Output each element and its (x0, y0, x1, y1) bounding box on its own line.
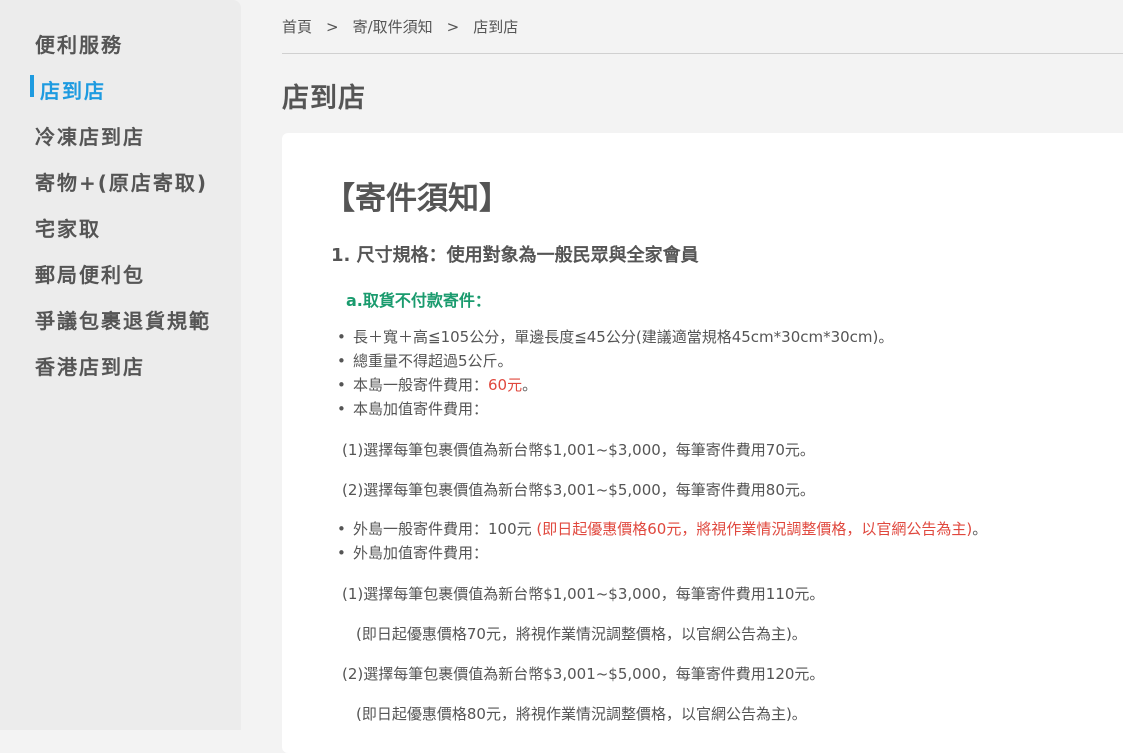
sidebar-item-storage-plus[interactable]: 寄物+(原店寄取) (35, 167, 208, 196)
list-item: 長＋寬＋高≦105公分，單邊長度≦45公分(建議適當規格45cm*30cm*30… (337, 325, 893, 349)
section-title: 1. 尺寸規格：使用對象為一般民眾與全家會員 (331, 245, 699, 266)
list-item: 本島一般寄件費用：60元。 (337, 373, 893, 397)
fee-label: 本島一般寄件費用： (353, 376, 489, 394)
list-item: 外島一般寄件費用：100元 (即日起優惠價格60元，將視作業情況調整價格，以官網… (337, 517, 987, 541)
active-indicator (30, 75, 34, 97)
discount-note: (即日起優惠價格80元，將視作業情況調整價格，以官網公告為主)。 (356, 705, 807, 723)
sidebar-item-convenience-services[interactable]: 便利服務 (35, 29, 123, 58)
subsection-title: a.取貨不付款寄件： (346, 291, 491, 310)
bullet-list: 長＋寬＋高≦105公分，單邊長度≦45公分(建議適當規格45cm*30cm*30… (337, 325, 893, 421)
fee-end: 。 (972, 520, 988, 538)
breadcrumb-separator: > (446, 18, 460, 36)
sidebar-item-disputed-return[interactable]: 爭議包裹退貨規範 (35, 305, 211, 334)
breadcrumb-current[interactable]: 店到店 (473, 18, 518, 36)
list-item: 總重量不得超過5公斤。 (337, 349, 893, 373)
sidebar-item-post-office-pack[interactable]: 郵局便利包 (35, 259, 145, 288)
value-added-line: (1)選擇每筆包裹價值為新台幣$1,001~$3,000，每筆寄件費用110元。 (342, 585, 825, 603)
list-item: 本島加值寄件費用： (337, 397, 893, 421)
fee-value: 60元 (488, 376, 523, 394)
discount-note: (即日起優惠價格70元，將視作業情況調整價格，以官網公告為主)。 (356, 625, 807, 643)
fee-note: (即日起優惠價格60元，將視作業情況調整價格，以官網公告為主) (536, 520, 973, 538)
sidebar: 便利服務 店到店 冷凍店到店 寄物+(原店寄取) 宅家取 郵局便利包 爭議包裹退… (0, 0, 241, 730)
breadcrumb-notice[interactable]: 寄/取件須知 (353, 18, 433, 36)
page-title: 店到店 (282, 83, 366, 114)
breadcrumb-separator: > (326, 18, 339, 36)
main-content: 首頁 > 寄/取件須知 > 店到店 店到店 【寄件須知】 1. 尺寸規格：使用對象為一般… (264, 0, 1123, 753)
content-card: 【寄件須知】 1. 尺寸規格：使用對象為一般民眾與全家會員 a.取貨不付款寄件：… (282, 133, 1123, 753)
sidebar-item-store-to-store[interactable]: 店到店 (40, 75, 106, 104)
value-added-line: (2)選擇每筆包裹價值為新台幣$3,001~$5,000，每筆寄件費用80元。 (342, 481, 815, 499)
breadcrumb-home[interactable]: 首頁 (282, 18, 312, 36)
value-added-line: (1)選擇每筆包裹價值為新台幣$1,001~$3,000，每筆寄件費用70元。 (342, 441, 815, 459)
value-added-line: (2)選擇每筆包裹價值為新台幣$3,001~$5,000，每筆寄件費用120元。 (342, 665, 825, 683)
sidebar-item-home-pickup[interactable]: 宅家取 (35, 213, 101, 242)
bullet-list: 外島一般寄件費用：100元 (即日起優惠價格60元，將視作業情況調整價格，以官網… (337, 517, 987, 565)
sidebar-item-frozen-store-to-store[interactable]: 冷凍店到店 (35, 121, 145, 150)
notice-title: 【寄件須知】 (324, 181, 510, 217)
list-item: 外島加值寄件費用： (337, 541, 987, 565)
sidebar-item-hong-kong[interactable]: 香港店到店 (35, 351, 145, 380)
breadcrumb-divider (282, 53, 1123, 54)
breadcrumb: 首頁 > 寄/取件須知 > 店到店 (282, 16, 518, 37)
fee-label: 外島一般寄件費用：100元 (353, 520, 537, 538)
fee-end: 。 (522, 376, 538, 394)
